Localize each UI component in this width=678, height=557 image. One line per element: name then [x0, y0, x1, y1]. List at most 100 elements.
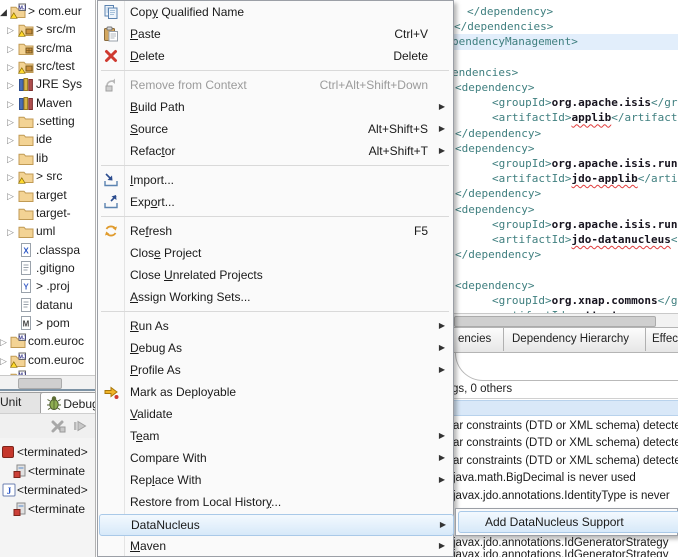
menu-item-assign-working-sets[interactable]: Assign Working Sets... [99, 286, 452, 308]
problem-row[interactable]: java.math.BigDecimal is never used [453, 472, 636, 484]
explorer-item[interactable]: .gitigno [0, 260, 95, 278]
menu-item-export[interactable]: Export... [99, 191, 452, 213]
explorer-item[interactable]: ▷Maven [0, 95, 95, 113]
menu-item-label: Replace With [130, 469, 201, 491]
menu-item-close-project[interactable]: Close Project [99, 242, 452, 264]
menu-item-mark-as-deployable[interactable]: Mark as Deployable [99, 381, 452, 403]
menu-item-close-unrelated-projects[interactable]: Close Unrelated Projects [99, 264, 452, 286]
debug-item[interactable]: J<terminated> [0, 482, 95, 500]
resume-icon[interactable] [72, 418, 88, 434]
expand-arrow[interactable]: ▷ [7, 24, 14, 36]
menu-item-source[interactable]: SourceAlt+Shift+S▶ [99, 118, 452, 140]
menu-item-build-path[interactable]: Build Path▶ [99, 96, 452, 118]
menu-item-paste[interactable]: PasteCtrl+V [99, 23, 452, 45]
debug-item[interactable]: <terminate [0, 463, 95, 481]
problem-row[interactable]: javax.jdo.annotations.IdGeneratorStrateg… [453, 549, 668, 557]
expand-arrow[interactable]: ▷ [7, 171, 14, 183]
explorer-item[interactable]: Y> .proj [0, 278, 95, 296]
explorer-item-label: .classpa [36, 243, 80, 257]
editor-hscrollbar[interactable] [452, 313, 678, 328]
menu-item-label: Restore from Local History... [130, 491, 281, 513]
expand-arrow[interactable]: ▷ [0, 355, 7, 367]
explorer-item[interactable]: ▷MJcom.euroc [0, 352, 95, 370]
tab-dependencies[interactable]: encies [458, 333, 491, 345]
expand-arrow[interactable]: ▷ [7, 153, 14, 165]
explorer-item[interactable]: ▷target [0, 187, 95, 205]
explorer-item[interactable]: M> pom [0, 315, 95, 333]
explorer-item[interactable]: datanu [0, 297, 95, 315]
explorer-item-label: > pom [36, 316, 70, 330]
menu-item-compare-with[interactable]: Compare With▶ [99, 447, 452, 469]
bug-icon [46, 395, 60, 409]
library-icon [18, 95, 34, 111]
java-launch-icon: J [1, 482, 17, 498]
problem-row[interactable]: ar constraints (DTD or XML schema) detec… [453, 455, 678, 467]
svg-text:MJ: MJ [18, 336, 26, 342]
expand-arrow[interactable]: ▷ [7, 134, 14, 146]
expand-arrow[interactable]: ▷ [7, 61, 14, 73]
menu-item-refactor[interactable]: RefactorAlt+Shift+T▶ [99, 140, 452, 162]
explorer-item[interactable]: ▷src/ma [0, 40, 95, 58]
menu-item-label: Paste [130, 23, 161, 45]
menu-item-refresh[interactable]: RefreshF5 [99, 220, 452, 242]
explorer-item[interactable]: ▷> src/m [0, 21, 95, 39]
menu-item-run-as[interactable]: Run As▶ [99, 315, 452, 337]
explorer-hscrollbar[interactable] [0, 375, 95, 390]
problem-row[interactable]: javax.jdo.annotations.IdGeneratorStrateg… [453, 537, 668, 549]
menu-item-delete[interactable]: DeleteDelete [99, 45, 452, 67]
menu-item-restore-from-local-history[interactable]: Restore from Local History... [99, 491, 452, 513]
problem-row[interactable]: ar constraints (DTD or XML schema) detec… [453, 437, 678, 449]
tab-debug[interactable]: Debug [40, 392, 96, 415]
menu-item-copy-qualified-name[interactable]: Copy Qualified Name [99, 1, 452, 23]
expand-arrow[interactable]: ▷ [7, 79, 14, 91]
explorer-item[interactable]: X.classpa [0, 242, 95, 260]
expand-arrow[interactable]: ▷ [7, 116, 14, 128]
explorer-item[interactable]: ▷MJcom.euroc [0, 333, 95, 351]
problem-row[interactable]: javax.jdo.annotations.IdentityType is ne… [453, 490, 670, 502]
menu-item-validate[interactable]: Validate [99, 403, 452, 425]
explorer-item[interactable]: ▷.setting [0, 113, 95, 131]
debug-item[interactable]: <terminated> [0, 444, 95, 462]
explorer-item-label: uml [36, 224, 55, 238]
problems-header-line [483, 380, 678, 381]
explorer-item[interactable]: ▷ uml [0, 223, 95, 241]
tab-effective-pom[interactable]: Effective P [652, 333, 678, 345]
panel-sash[interactable] [0, 389, 95, 391]
menu-item-label: Compare With [130, 447, 207, 469]
tab-dependency-hierarchy[interactable]: Dependency Hierarchy [512, 333, 629, 345]
problems-selected-row[interactable] [452, 400, 678, 416]
explorer-item-label: src/test [36, 59, 75, 73]
menu-item-debug-as[interactable]: Debug As▶ [99, 337, 452, 359]
code-line: pendencyManagement> [452, 34, 578, 49]
explorer-item[interactable]: ▷lib [0, 150, 95, 168]
terminate-all-icon[interactable] [50, 418, 66, 434]
menu-item-team[interactable]: Team▶ [99, 425, 452, 447]
menu-item-label: Team [130, 425, 159, 447]
menu-item-maven[interactable]: Maven▶ [99, 535, 452, 557]
expand-arrow[interactable]: ▷ [7, 98, 14, 110]
debug-item[interactable]: <terminate [0, 501, 95, 519]
explorer-item[interactable]: ▷ src/test [0, 58, 95, 76]
library-icon [18, 76, 34, 92]
expand-arrow[interactable]: ▷ [0, 336, 7, 348]
expand-arrow[interactable]: ▷ [7, 43, 14, 55]
menu-item-add-datanucleus-support[interactable]: Add DataNucleus Support [458, 511, 678, 533]
explorer-item[interactable]: ◢MJ> com.eur [0, 3, 95, 21]
explorer-item[interactable]: ▷> src [0, 168, 95, 186]
expand-arrow[interactable]: ▷ [7, 226, 14, 238]
pom-file-icon: M [18, 315, 34, 331]
problem-row[interactable]: ar constraints (DTD or XML schema) detec… [453, 420, 678, 432]
explorer-hscrollbar-thumb[interactable] [18, 378, 62, 389]
explorer-item[interactable]: target- [0, 205, 95, 223]
expand-arrow[interactable]: ▷ [7, 190, 14, 202]
menu-item-import[interactable]: Import... [99, 169, 452, 191]
menu-item-datanucleus[interactable]: DataNucleus▶ [99, 514, 454, 536]
expand-arrow[interactable]: ◢ [0, 6, 7, 18]
menu-shortcut: Alt+Shift+T [369, 140, 428, 162]
problems-tab-edge [455, 352, 484, 381]
explorer-item[interactable]: ▷ide [0, 131, 95, 149]
menu-item-replace-with[interactable]: Replace With▶ [99, 469, 452, 491]
explorer-item[interactable]: ▷JRE Sys [0, 76, 95, 94]
menu-item-profile-as[interactable]: Profile As▶ [99, 359, 452, 381]
editor-hscrollbar-thumb[interactable] [454, 316, 656, 327]
